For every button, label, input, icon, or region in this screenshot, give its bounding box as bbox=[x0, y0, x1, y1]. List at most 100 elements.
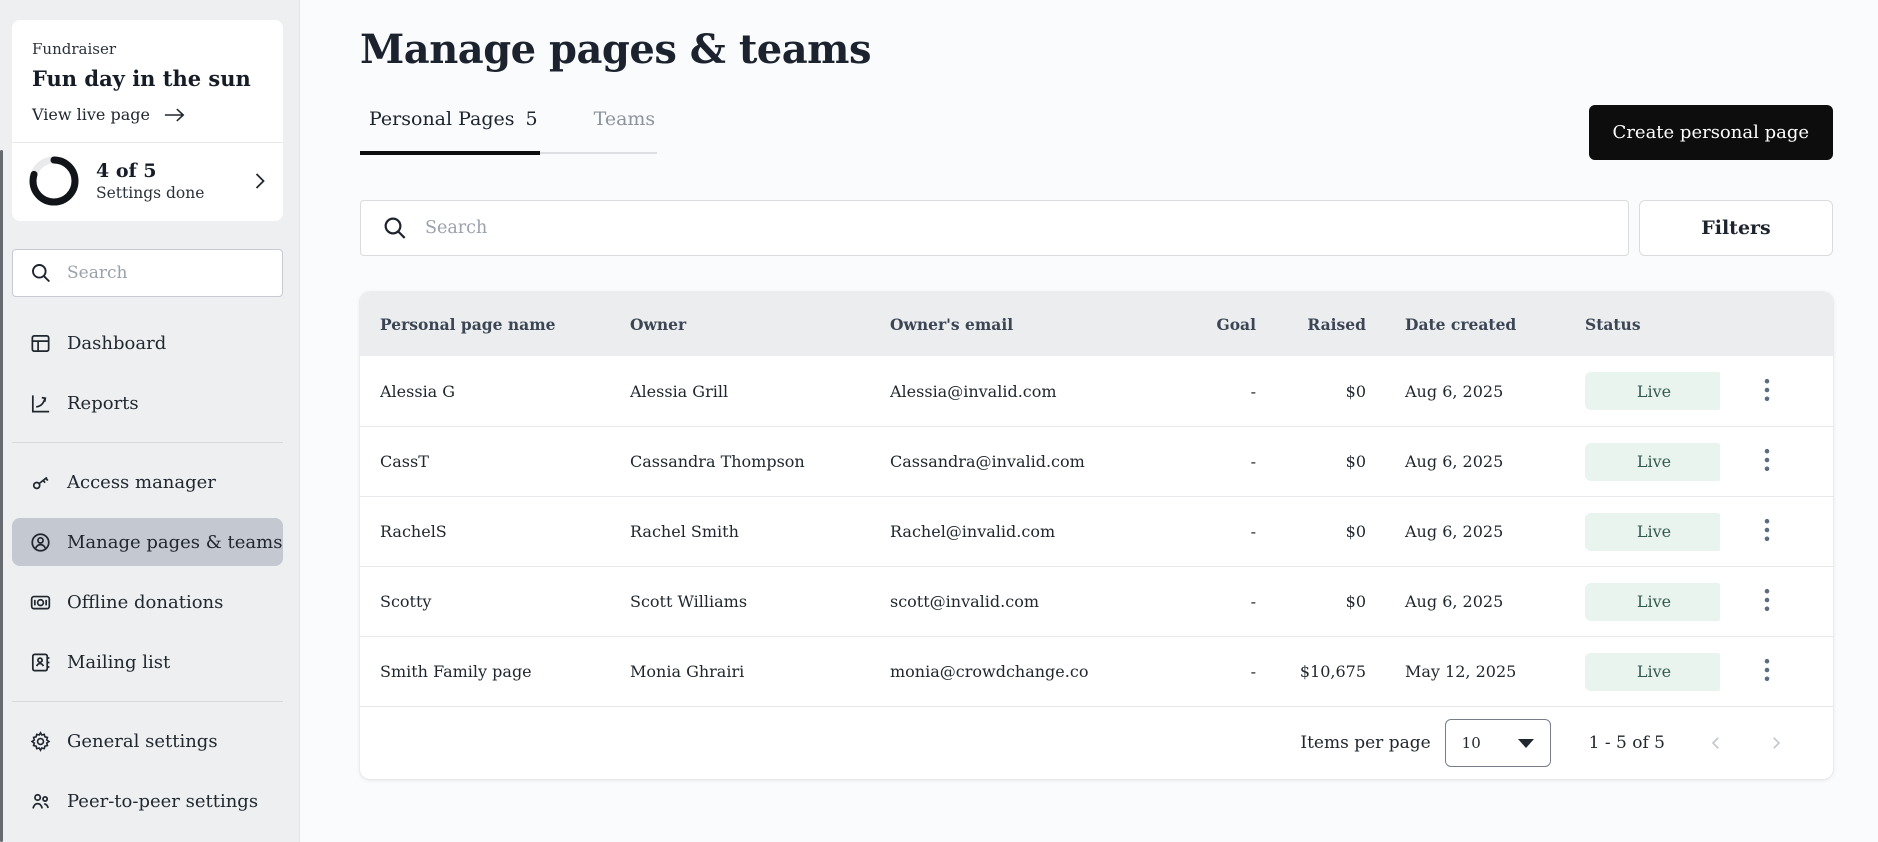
sidebar-nav: Dashboard Reports Access manager Manage … bbox=[12, 313, 283, 831]
sidebar-item-label: Offline donations bbox=[67, 592, 223, 613]
tab-teams[interactable]: Teams bbox=[585, 105, 658, 152]
create-personal-page-button[interactable]: Create personal page bbox=[1589, 105, 1833, 160]
cell-goal: - bbox=[1170, 382, 1260, 401]
pagination-range-label: 1 - 5 of 5 bbox=[1589, 733, 1665, 753]
kebab-menu-button[interactable] bbox=[1754, 512, 1780, 551]
sidebar-item-dashboard[interactable]: Dashboard bbox=[12, 319, 283, 367]
cell-page-name: RachelS bbox=[380, 522, 630, 541]
items-per-page-select[interactable]: 10 bbox=[1445, 719, 1551, 767]
cell-status: Live bbox=[1570, 372, 1720, 410]
sidebar-divider bbox=[12, 442, 283, 443]
sidebar-item-label: Manage pages & teams bbox=[67, 532, 282, 553]
cell-goal: - bbox=[1170, 662, 1260, 681]
kebab-menu-button[interactable] bbox=[1754, 652, 1780, 691]
kebab-icon bbox=[1764, 378, 1770, 402]
page-title: Manage pages & teams bbox=[360, 26, 1833, 73]
sidebar-item-label: Dashboard bbox=[67, 333, 166, 354]
status-badge: Live bbox=[1585, 653, 1720, 691]
sidebar-item-label: Mailing list bbox=[67, 652, 170, 673]
sidebar-item-label: Access manager bbox=[67, 472, 216, 493]
cell-raised: $0 bbox=[1260, 382, 1370, 401]
sidebar-item-access-manager[interactable]: Access manager bbox=[12, 458, 283, 506]
table-search-input[interactable]: Search bbox=[360, 200, 1629, 256]
sidebar-scrollbar[interactable] bbox=[0, 150, 3, 842]
cell-owner-email: Rachel@invalid.com bbox=[890, 522, 1170, 541]
cell-date-created: Aug 6, 2025 bbox=[1370, 452, 1570, 471]
items-per-page-value: 10 bbox=[1462, 734, 1481, 752]
settings-progress-card[interactable]: 4 of 5 Settings done bbox=[12, 143, 283, 221]
column-header-email: Owner's email bbox=[890, 315, 1170, 334]
reports-icon bbox=[29, 392, 52, 415]
status-badge: Live bbox=[1585, 443, 1720, 481]
table-header-row: Personal page name Owner Owner's email G… bbox=[360, 292, 1833, 356]
sidebar-item-general-settings[interactable]: General settings bbox=[12, 717, 283, 765]
personal-pages-table: Personal page name Owner Owner's email G… bbox=[360, 292, 1833, 779]
cell-owner-email: monia@crowdchange.co bbox=[890, 662, 1170, 681]
column-header-owner: Owner bbox=[630, 315, 890, 334]
cell-page-name: CassT bbox=[380, 452, 630, 471]
table-row[interactable]: Smith Family page Monia Ghrairi monia@cr… bbox=[360, 636, 1833, 706]
chevron-right-icon bbox=[253, 172, 267, 190]
sidebar-item-offline-donations[interactable]: Offline donations bbox=[12, 578, 283, 626]
cell-goal: - bbox=[1170, 522, 1260, 541]
column-header-status: Status bbox=[1570, 315, 1720, 334]
table-row[interactable]: Alessia G Alessia Grill Alessia@invalid.… bbox=[360, 356, 1833, 426]
cell-date-created: Aug 6, 2025 bbox=[1370, 592, 1570, 611]
banknote-icon bbox=[29, 591, 52, 614]
chevron-left-icon bbox=[1707, 734, 1725, 752]
sidebar-item-peer-to-peer-settings[interactable]: Peer-to-peer settings bbox=[12, 777, 283, 825]
kebab-menu-button[interactable] bbox=[1754, 582, 1780, 621]
table-body: Alessia G Alessia Grill Alessia@invalid.… bbox=[360, 356, 1833, 706]
table-row[interactable]: Scotty Scott Williams scott@invalid.com … bbox=[360, 566, 1833, 636]
view-live-page-link[interactable]: View live page bbox=[32, 105, 186, 124]
kebab-menu-button[interactable] bbox=[1754, 442, 1780, 481]
table-row[interactable]: CassT Cassandra Thompson Cassandra@inval… bbox=[360, 426, 1833, 496]
items-per-page-label: Items per page bbox=[1300, 733, 1430, 753]
cell-page-name: Alessia G bbox=[380, 382, 630, 401]
cell-owner: Cassandra Thompson bbox=[630, 452, 890, 471]
previous-page-button[interactable] bbox=[1707, 734, 1725, 752]
column-header-page-name: Personal page name bbox=[380, 315, 630, 334]
sidebar-item-reports[interactable]: Reports bbox=[12, 379, 283, 427]
column-header-date-created: Date created bbox=[1370, 315, 1570, 334]
tabs: Personal Pages 5 Teams bbox=[360, 105, 657, 154]
settings-progress-subtitle: Settings done bbox=[96, 184, 237, 202]
cell-status: Live bbox=[1570, 443, 1720, 481]
cell-date-created: Aug 6, 2025 bbox=[1370, 522, 1570, 541]
filters-button[interactable]: Filters bbox=[1639, 200, 1833, 256]
sidebar-search-input[interactable]: Search bbox=[12, 249, 283, 297]
sidebar-item-label: Reports bbox=[67, 393, 139, 414]
cell-raised: $0 bbox=[1260, 592, 1370, 611]
cell-page-name: Smith Family page bbox=[380, 662, 630, 681]
sidebar-item-label: Peer-to-peer settings bbox=[67, 791, 258, 812]
arrow-right-icon bbox=[164, 107, 186, 123]
person-circle-icon bbox=[29, 531, 52, 554]
kebab-menu-button[interactable] bbox=[1754, 372, 1780, 411]
kebab-icon bbox=[1764, 588, 1770, 612]
cell-page-name: Scotty bbox=[380, 592, 630, 611]
tab-count: 5 bbox=[526, 108, 538, 130]
tab-personal-pages[interactable]: Personal Pages 5 bbox=[360, 105, 540, 152]
sidebar: Fundraiser Fun day in the sun View live … bbox=[0, 0, 300, 842]
kebab-icon bbox=[1764, 518, 1770, 542]
cell-owner-email: scott@invalid.com bbox=[890, 592, 1170, 611]
cell-owner: Monia Ghrairi bbox=[630, 662, 890, 681]
cell-status: Live bbox=[1570, 583, 1720, 621]
search-icon bbox=[29, 261, 53, 285]
table-search-placeholder: Search bbox=[425, 218, 487, 238]
chevron-right-icon bbox=[1767, 734, 1785, 752]
cell-status: Live bbox=[1570, 513, 1720, 551]
key-icon bbox=[29, 471, 52, 494]
sidebar-item-manage-pages-teams[interactable]: Manage pages & teams bbox=[12, 518, 283, 566]
cell-owner-email: Alessia@invalid.com bbox=[890, 382, 1170, 401]
caret-down-icon bbox=[1518, 739, 1534, 748]
column-header-raised: Raised bbox=[1260, 315, 1370, 334]
sidebar-item-mailing-list[interactable]: Mailing list bbox=[12, 638, 283, 686]
kebab-icon bbox=[1764, 658, 1770, 682]
table-row[interactable]: RachelS Rachel Smith Rachel@invalid.com … bbox=[360, 496, 1833, 566]
cell-owner: Rachel Smith bbox=[630, 522, 890, 541]
next-page-button[interactable] bbox=[1767, 734, 1785, 752]
cell-raised: $0 bbox=[1260, 452, 1370, 471]
cell-raised: $10,675 bbox=[1260, 662, 1370, 681]
sidebar-divider bbox=[12, 701, 283, 702]
